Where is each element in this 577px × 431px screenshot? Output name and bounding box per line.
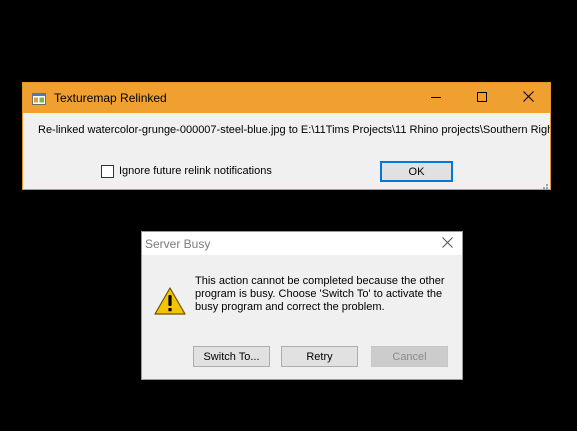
window-title: Server Busy (145, 237, 211, 251)
maximize-icon (477, 89, 487, 107)
close-button[interactable] (505, 83, 550, 113)
busy-message: This action cannot be completed because … (195, 275, 445, 313)
title-bar[interactable]: Texturemap Relinked (23, 83, 550, 113)
switch-to-button[interactable]: Switch To... (193, 346, 270, 367)
relink-message: Re-linked watercolor-grunge-000007-steel… (38, 124, 551, 136)
resize-grip-icon[interactable] (540, 179, 548, 189)
ignore-notifications-label[interactable]: Ignore future relink notifications (119, 165, 272, 177)
retry-button[interactable]: Retry (281, 346, 358, 367)
ok-button[interactable]: OK (380, 161, 453, 182)
close-icon (441, 235, 453, 253)
ignore-notifications-checkbox[interactable] (101, 165, 114, 178)
relink-dialog: Texturemap Relinked Re-linked watercolor… (22, 82, 551, 190)
close-button[interactable] (439, 236, 455, 252)
minimize-button[interactable] (413, 83, 459, 113)
cancel-button: Cancel (371, 346, 448, 367)
minimize-icon (431, 89, 441, 107)
server-busy-dialog: Server Busy This action cannot be comple… (141, 231, 463, 380)
maximize-button[interactable] (459, 83, 505, 113)
title-bar[interactable]: Server Busy (142, 232, 462, 255)
app-window-icon (32, 92, 46, 105)
dialog-body: This action cannot be completed because … (142, 255, 462, 379)
warning-icon (154, 287, 186, 315)
close-icon (522, 89, 534, 107)
window-title: Texturemap Relinked (54, 91, 167, 105)
